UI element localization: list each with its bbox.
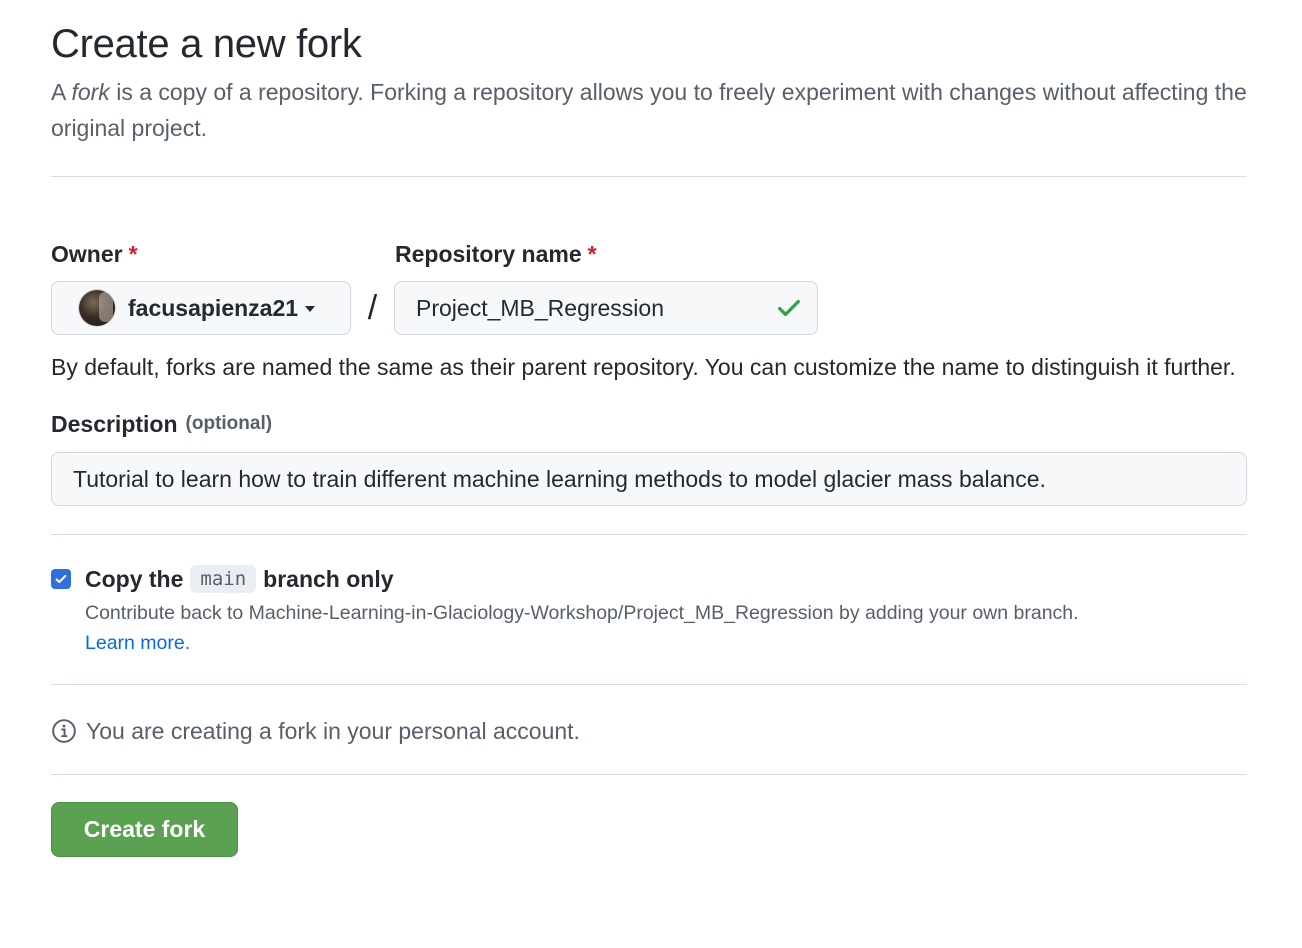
copy-branch-label[interactable]: Copy the main branch only [85, 563, 1079, 595]
avatar [79, 290, 115, 326]
account-info-text: You are creating a fork in your personal… [86, 717, 580, 744]
divider [51, 534, 1247, 535]
required-mark: * [128, 240, 138, 267]
repository-name-label: Repository name * [395, 240, 597, 267]
copy-branch-content: Copy the main branch only Contribute bac… [85, 563, 1079, 658]
learn-more-link[interactable]: Learn more. [85, 628, 1079, 658]
copy-main-branch-checkbox[interactable] [51, 569, 71, 589]
description-input[interactable]: Tutorial to learn how to train different… [51, 452, 1247, 506]
fork-form: Create a new fork A fork is a copy of a … [51, 18, 1247, 857]
description-label-row: Description (optional) [51, 407, 1247, 441]
required-mark: * [587, 240, 597, 267]
branch-name: main [190, 565, 257, 593]
repository-name-value: Project_MB_Regression [416, 294, 665, 321]
info-icon [51, 718, 77, 744]
chevron-down-icon [305, 306, 316, 312]
lead-emphasis: fork [71, 79, 110, 105]
copy-branch-option: Copy the main branch only Contribute bac… [51, 563, 1247, 658]
page-lead: A fork is a copy of a repository. Forkin… [51, 74, 1247, 146]
copy-branch-description: Contribute back to Machine-Learning-in-G… [85, 602, 1079, 624]
owner-repo-labels: Owner * Repository name * [51, 239, 1247, 269]
owner-name: facusapienza21 [128, 294, 299, 321]
optional-tag: (optional) [185, 413, 273, 434]
owner-repo-separator: / [367, 288, 378, 327]
owner-repo-inputs: facusapienza21 / Project_MB_Regression [51, 280, 1247, 336]
description-label: Description [51, 410, 178, 437]
description-value: Tutorial to learn how to train different… [73, 465, 1046, 492]
account-info: You are creating a fork in your personal… [51, 715, 1247, 747]
check-icon [775, 294, 803, 322]
owner-label: Owner * [51, 240, 138, 267]
lead-prefix: A [51, 79, 72, 105]
create-fork-button[interactable]: Create fork [51, 802, 238, 857]
page-title: Create a new fork [51, 22, 362, 66]
name-hint: By default, forks are named the same as … [51, 354, 1236, 380]
lead-suffix: is a copy of a repository. Forking a rep… [51, 79, 1247, 141]
divider [51, 176, 1247, 177]
divider [51, 684, 1247, 685]
checkmark-icon [55, 574, 67, 584]
repository-name-input[interactable]: Project_MB_Regression [394, 281, 818, 335]
owner-dropdown[interactable]: facusapienza21 [51, 281, 351, 335]
divider [51, 774, 1247, 775]
